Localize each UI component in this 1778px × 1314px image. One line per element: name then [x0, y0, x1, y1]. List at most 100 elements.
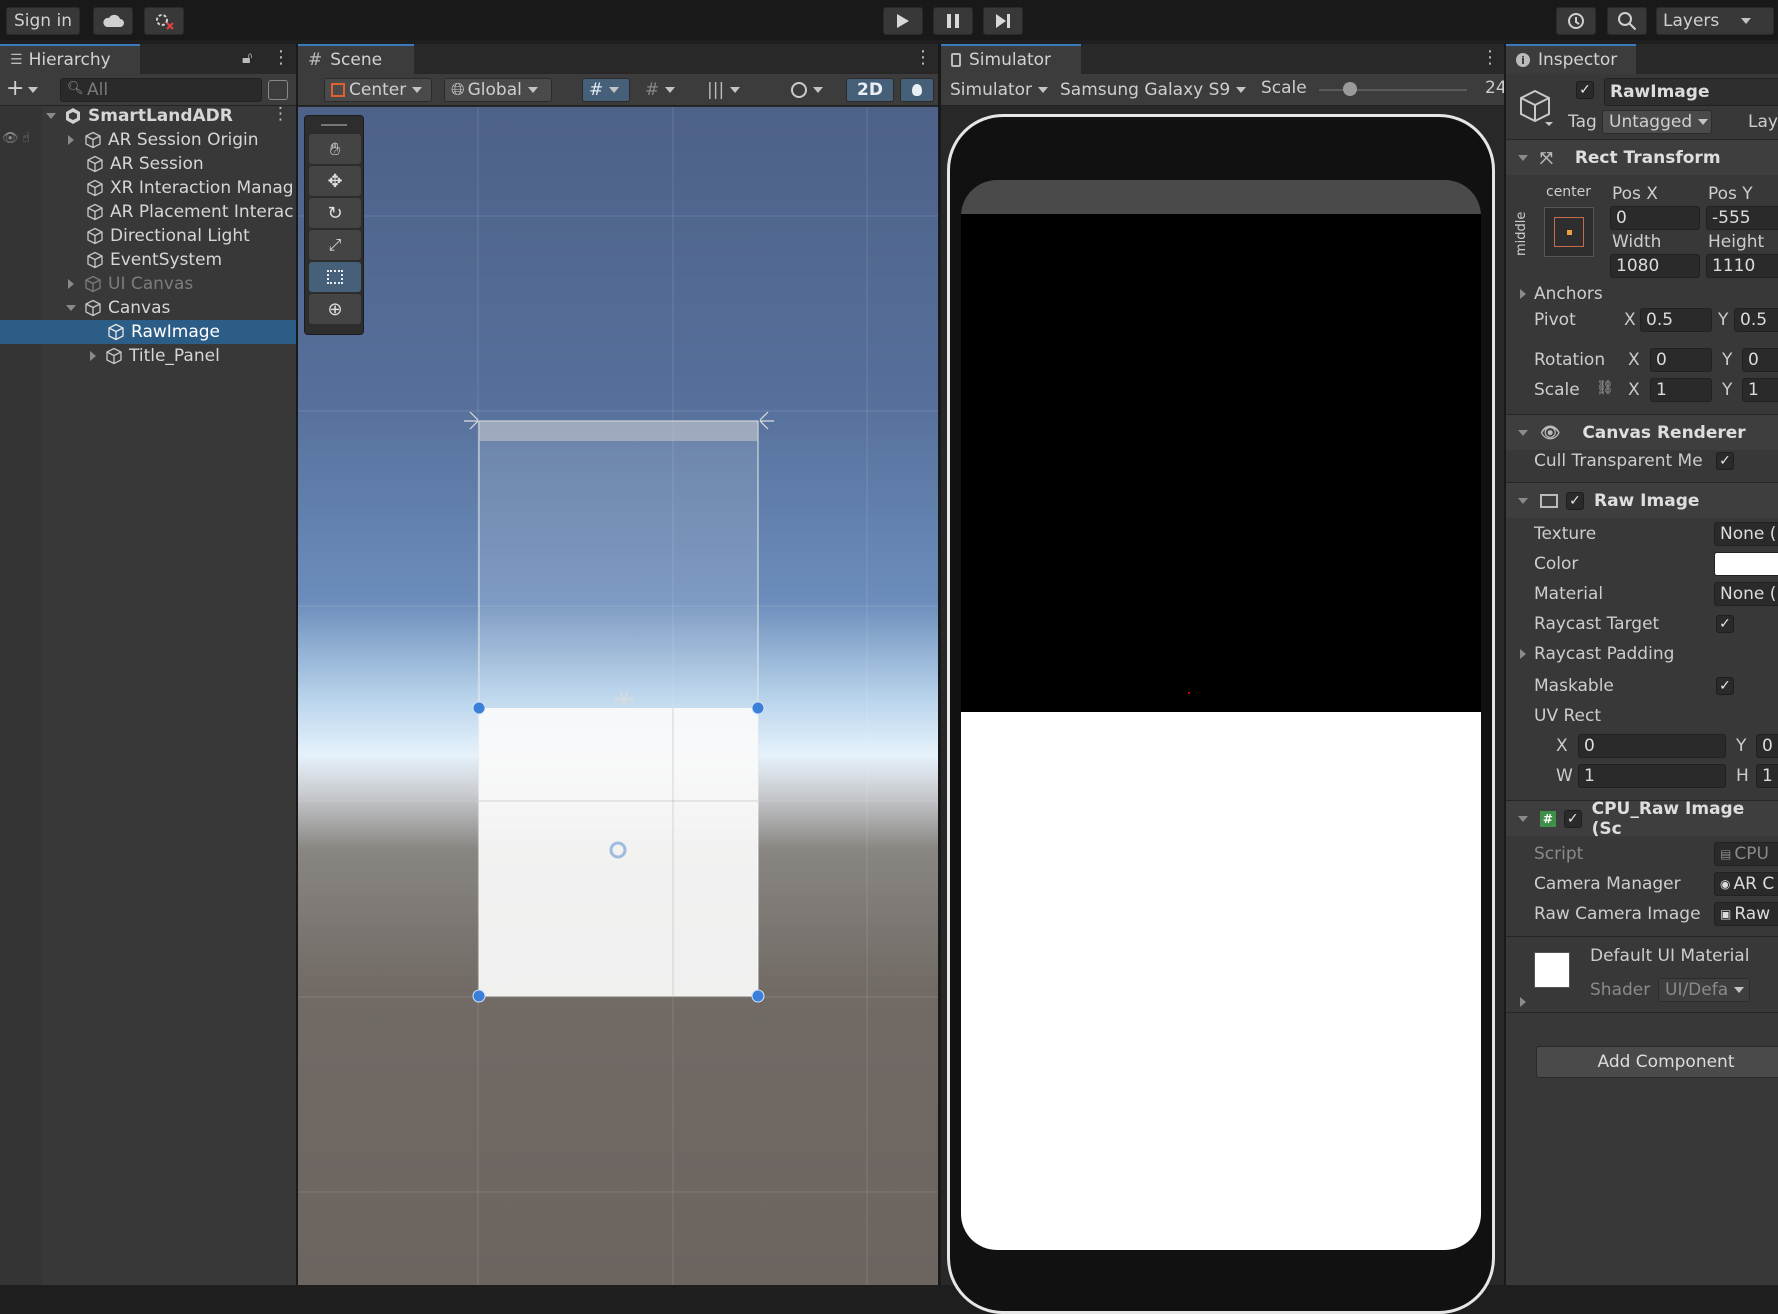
- more-icon[interactable]: ⋮: [272, 47, 290, 68]
- collapse-icon[interactable]: [66, 305, 76, 311]
- collapse-icon[interactable]: [46, 113, 56, 119]
- raw-image-header[interactable]: ✓ Raw Image: [1506, 482, 1778, 518]
- rotate-tool-icon[interactable]: ↻: [309, 198, 361, 228]
- height-field[interactable]: 1110: [1706, 254, 1778, 278]
- hierarchy-item[interactable]: 👁︎ ☝︎ AR Session Origin: [0, 128, 296, 152]
- pickable-icon[interactable]: ☝︎: [22, 131, 30, 146]
- expand-icon[interactable]: [1520, 289, 1526, 299]
- scene-viewport[interactable]: ✋︎ ✥ ↻ ⤢ ⊕: [298, 107, 938, 1285]
- hierarchy-item[interactable]: AR Session: [0, 152, 296, 176]
- scene-search-icon[interactable]: [268, 80, 288, 100]
- pivot-mode-dropdown[interactable]: Center: [324, 78, 432, 102]
- tag-dropdown[interactable]: Untagged: [1602, 110, 1712, 134]
- play-button[interactable]: [883, 7, 923, 35]
- texture-field[interactable]: None (: [1714, 522, 1778, 546]
- rotation-y-field[interactable]: 0: [1742, 348, 1778, 372]
- step-button[interactable]: [983, 7, 1023, 35]
- tab-simulator[interactable]: Simulator: [941, 44, 1081, 74]
- panel-splitter[interactable]: [296, 44, 298, 1285]
- drag-handle[interactable]: [321, 124, 347, 126]
- hierarchy-item[interactable]: XR Interaction Manag: [0, 176, 296, 200]
- history-icon[interactable]: [1556, 7, 1596, 35]
- rotation-x-field[interactable]: 0: [1650, 348, 1712, 372]
- 2d-mode-toggle[interactable]: 2D: [846, 78, 894, 102]
- hierarchy-item[interactable]: EventSystem: [0, 248, 296, 272]
- sign-in-button[interactable]: Sign in: [6, 7, 80, 35]
- collapse-icon[interactable]: [1518, 497, 1528, 504]
- hierarchy-scene-row[interactable]: SmartLandADR ⋮: [0, 104, 296, 128]
- expand-icon[interactable]: [90, 351, 96, 361]
- panel-splitter[interactable]: [1504, 44, 1506, 1285]
- lock-icon[interactable]: 🔓︎: [242, 48, 252, 68]
- scale-slider[interactable]: [1319, 89, 1467, 91]
- anchors-row[interactable]: Anchors: [1506, 280, 1778, 308]
- canvas-renderer-header[interactable]: 👁︎ Canvas Renderer: [1506, 414, 1778, 450]
- raycast-padding-row[interactable]: Raycast Padding: [1506, 640, 1778, 668]
- raw-camera-image-field[interactable]: ▣ Raw: [1714, 902, 1778, 926]
- constrain-proportions-icon[interactable]: ⛓︎: [1596, 380, 1614, 396]
- pivot-x-field[interactable]: 0.5: [1640, 308, 1712, 332]
- scale-tool-icon[interactable]: ⤢: [309, 230, 361, 260]
- tab-hierarchy[interactable]: ☰ Hierarchy: [0, 44, 140, 74]
- visibility-icon[interactable]: 👁︎: [2, 131, 19, 146]
- scale-slider-thumb[interactable]: [1343, 82, 1357, 96]
- color-swatch[interactable]: [1714, 552, 1778, 576]
- hierarchy-item[interactable]: Directional Light: [0, 224, 296, 248]
- device-screen[interactable]: [961, 180, 1481, 1250]
- more-icon[interactable]: ⋮: [1481, 47, 1499, 68]
- expand-icon[interactable]: [1520, 997, 1526, 1007]
- uv-x-field[interactable]: 0: [1578, 734, 1726, 758]
- raycast-target-checkbox[interactable]: ✓: [1716, 615, 1734, 633]
- hierarchy-item[interactable]: AR Placement Interac: [0, 200, 296, 224]
- add-icon[interactable]: +: [6, 76, 24, 101]
- object-name-input[interactable]: RawImage: [1604, 78, 1778, 106]
- expand-icon[interactable]: [68, 279, 74, 289]
- expand-icon[interactable]: [1520, 649, 1526, 659]
- expand-icon[interactable]: [68, 135, 74, 145]
- hierarchy-item[interactable]: Title_Panel: [0, 344, 296, 368]
- hierarchy-search-input[interactable]: 🔍︎ All: [60, 78, 262, 102]
- chevron-down-icon[interactable]: [28, 87, 38, 93]
- collapse-icon[interactable]: [1518, 429, 1528, 436]
- pos-x-field[interactable]: 0: [1610, 206, 1700, 230]
- camera-manager-field[interactable]: ◉ AR C: [1714, 872, 1778, 896]
- hierarchy-item[interactable]: UI Canvas: [0, 272, 296, 296]
- material-field[interactable]: None (: [1714, 582, 1778, 606]
- add-component-button[interactable]: Add Component: [1536, 1046, 1778, 1078]
- rect-transform-header[interactable]: ⤧ Rect Transform: [1506, 139, 1778, 175]
- hierarchy-item[interactable]: Canvas: [0, 296, 296, 320]
- layers-dropdown[interactable]: Layers: [1656, 7, 1774, 35]
- active-checkbox[interactable]: ✓: [1576, 81, 1594, 99]
- cloud-icon[interactable]: [93, 7, 133, 35]
- maskable-checkbox[interactable]: ✓: [1716, 677, 1734, 695]
- search-icon[interactable]: [1607, 7, 1647, 35]
- raw-image-enabled-checkbox[interactable]: ✓: [1566, 491, 1584, 510]
- shader-dropdown[interactable]: UI/Defa: [1658, 978, 1750, 1002]
- pos-y-field[interactable]: -555: [1706, 206, 1778, 230]
- cull-checkbox[interactable]: ✓: [1716, 452, 1734, 470]
- draw-mode-dropdown[interactable]: [784, 78, 836, 102]
- rect-tool-icon[interactable]: [309, 262, 361, 292]
- device-dropdown[interactable]: Samsung Galaxy S9: [1053, 78, 1247, 102]
- uv-y-field[interactable]: 0: [1756, 734, 1778, 758]
- pivot-y-field[interactable]: 0.5: [1734, 308, 1778, 332]
- collapse-icon[interactable]: [1518, 154, 1528, 161]
- space-mode-dropdown[interactable]: 🌐︎ Global: [444, 78, 552, 102]
- more-icon[interactable]: ⋮: [914, 47, 932, 68]
- move-tool-icon[interactable]: ✥: [309, 166, 361, 196]
- grid-snap-toggle[interactable]: #: [582, 78, 630, 102]
- anchor-preset-button[interactable]: [1544, 207, 1594, 257]
- more-icon[interactable]: ⋮: [272, 104, 289, 124]
- width-field[interactable]: 1080: [1610, 254, 1700, 278]
- uv-w-field[interactable]: 1: [1578, 764, 1726, 788]
- transform-tool-icon[interactable]: ⊕: [309, 294, 361, 324]
- hierarchy-item-selected[interactable]: RawImage: [0, 320, 296, 344]
- lighting-toggle[interactable]: [900, 78, 934, 102]
- snap-increment-dropdown[interactable]: #: [638, 78, 686, 102]
- scale-x-field[interactable]: 1: [1650, 378, 1712, 402]
- cpu-raw-image-header[interactable]: # ✓ CPU_Raw Image (Sc: [1506, 799, 1778, 839]
- grid-visibility-dropdown[interactable]: |||: [700, 78, 754, 102]
- uv-h-field[interactable]: 1: [1756, 764, 1778, 788]
- scale-y-field[interactable]: 1: [1742, 378, 1778, 402]
- pause-button[interactable]: [933, 7, 973, 35]
